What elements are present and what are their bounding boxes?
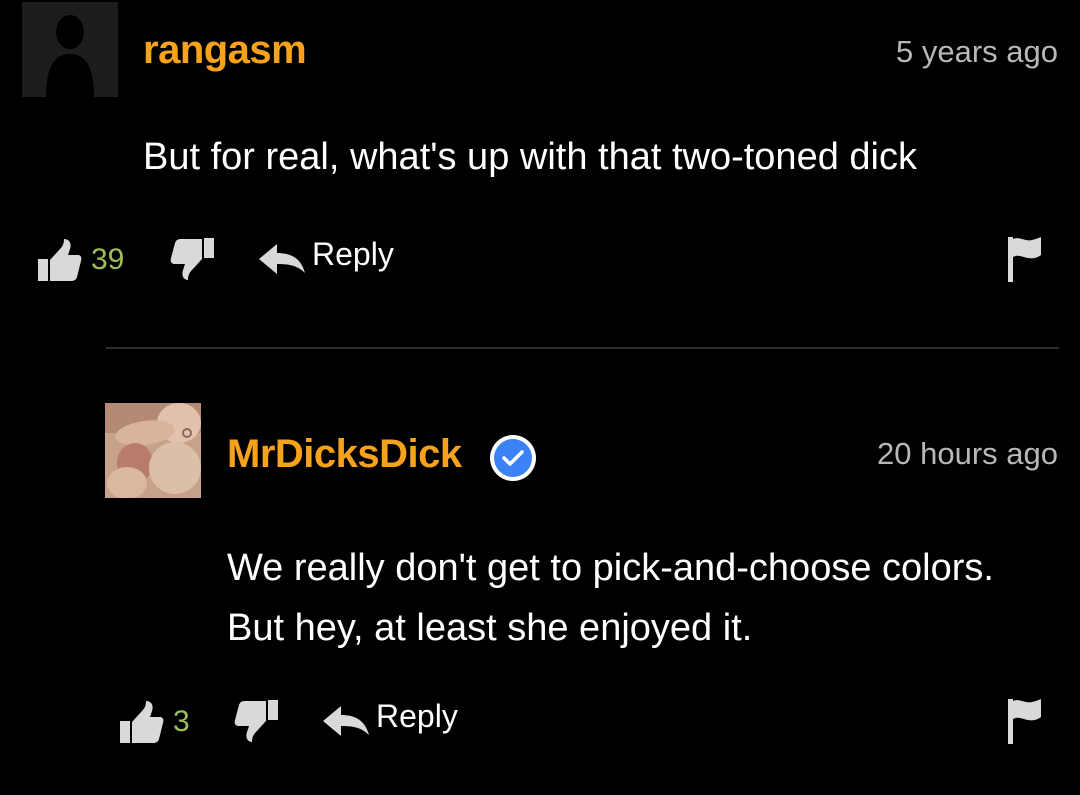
like-count: 39 [91,243,125,276]
verified-badge [489,434,537,482]
dislike-button[interactable] [170,236,216,287]
user-avatar-photo[interactable] [105,403,201,498]
like-count: 3 [173,705,190,738]
reply-label: Reply [312,236,394,272]
reply-button[interactable]: Reply [322,698,462,744]
comment-username[interactable]: rangasm [143,28,307,73]
thumbs-up-icon [120,701,164,743]
comment-text: We really don't get to pick-and-choose c… [227,547,994,649]
flag-icon [1008,237,1041,282]
comment-text: But for real, what's up with that two-to… [143,136,917,178]
flag-button[interactable] [1006,235,1042,288]
like-button[interactable] [36,237,82,288]
avatar-photo-image [105,403,201,498]
thumbs-up-icon [38,239,82,281]
comment-timestamp: 20 hours ago [877,436,1058,471]
reply-label: Reply [376,698,458,734]
reply-arrow-icon [259,244,305,274]
thumbs-down-icon [234,700,278,742]
thumbs-down-icon [170,238,214,280]
reply-button[interactable]: Reply [258,236,398,282]
default-avatar[interactable] [22,2,118,97]
comment-divider [106,347,1059,349]
user-silhouette-icon [22,2,118,97]
like-button[interactable] [118,699,164,750]
flag-button[interactable] [1006,697,1042,750]
comment-username[interactable]: MrDicksDick [227,432,462,477]
verified-check-icon [490,435,536,481]
reply-arrow-icon [323,706,369,736]
flag-icon [1008,699,1041,744]
dislike-button[interactable] [234,698,280,749]
comment-timestamp: 5 years ago [896,34,1058,69]
